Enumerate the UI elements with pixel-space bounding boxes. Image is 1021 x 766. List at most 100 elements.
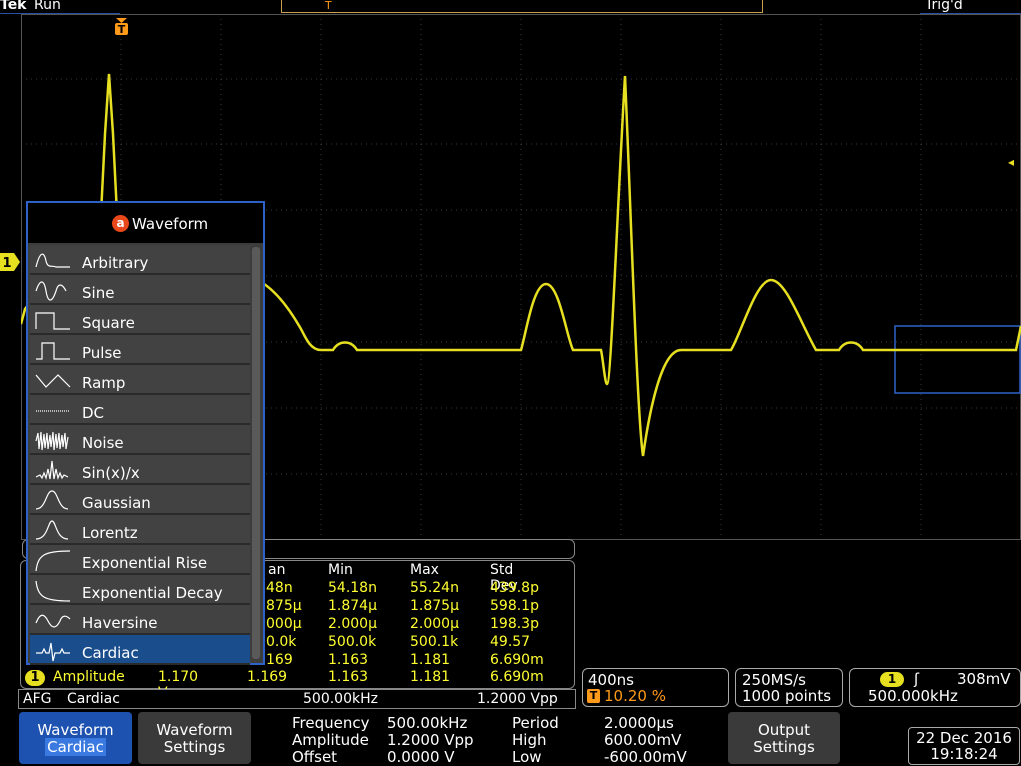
waveform-item[interactable]: Sine <box>30 275 250 305</box>
sine-wave-icon <box>35 281 67 301</box>
trigger-frequency: 500.000kHz <box>868 687 958 705</box>
meas-value: 1.875µ <box>410 598 459 614</box>
afg-amplitude: 1.2000 Vpp <box>477 691 558 707</box>
waveform-item-label: Sine <box>82 284 115 302</box>
meas-value: 169 <box>266 652 293 668</box>
waveform-button[interactable]: Waveform Cardiac <box>19 712 132 764</box>
meas-value: 198.3p <box>490 616 539 632</box>
trigger-position-marker: T <box>325 0 332 12</box>
param-value: 1.2000 Vpp <box>387 731 474 749</box>
trigger-state: Trig'd <box>925 0 963 13</box>
ramp-wave-icon <box>35 374 71 388</box>
meas-value: 0.0k <box>266 634 297 650</box>
meas-value: 598.1p <box>490 598 539 614</box>
date-time: 22 Dec 2016 19:18:24 <box>908 727 1020 765</box>
waveform-settings-button[interactable]: Waveform Settings <box>138 712 251 764</box>
waveform-settings-line1: Waveform <box>156 721 233 739</box>
brand-logo: Tek <box>0 0 27 13</box>
meas-value: 55.24n <box>410 580 459 596</box>
waveform-item[interactable]: Noise <box>30 425 250 455</box>
afg-status-bar[interactable]: AFG Cardiac 500.00kHz 1.2000 Vpp <box>18 689 576 709</box>
param-value: -600.00mV <box>604 748 687 766</box>
trigger-level: 308mV <box>957 670 1011 688</box>
square-wave-icon <box>35 312 70 330</box>
waveform-item-label: Gaussian <box>82 494 151 512</box>
date: 22 Dec 2016 <box>916 729 1012 747</box>
status-bar: Tek Run T Trig'd <box>0 0 1021 14</box>
arbitrary-wave-icon <box>35 253 70 268</box>
meas-value: 000µ <box>266 616 302 632</box>
param-label: High <box>512 731 547 749</box>
horizontal-readout[interactable]: 400ns T 10.20 % <box>582 668 729 707</box>
meas-value: 54.18n <box>328 580 377 596</box>
noise-wave-icon <box>35 431 69 451</box>
param-label: Offset <box>292 748 338 766</box>
meas-value: 6.690m <box>490 669 544 685</box>
waveform-item[interactable]: Square <box>30 305 250 335</box>
waveform-item-label: Pulse <box>82 344 122 362</box>
meas-value: 49.57 <box>490 634 531 650</box>
sinc-wave-icon <box>35 460 69 481</box>
cardiac-wave-icon <box>36 642 70 662</box>
meas-value: 2.000µ <box>410 616 459 632</box>
channel-badge: 1 <box>25 670 45 686</box>
record-length: 1000 points <box>742 687 832 705</box>
waveform-item[interactable]: Pulse <box>30 335 250 365</box>
waveform-item-label: Noise <box>82 434 124 452</box>
waveform-item-label: Cardiac <box>82 644 139 662</box>
waveform-settings-line2: Settings <box>163 738 226 756</box>
meas-value: 1.163 <box>328 652 369 668</box>
meas-value: 439.8p <box>490 580 539 596</box>
param-value: 2.0000µs <box>604 714 674 732</box>
trigger-position: 10.20 % <box>604 687 666 705</box>
col-header-min: Min <box>328 562 353 578</box>
waveform-item-label: Sin(x)/x <box>82 464 140 482</box>
waveform-item[interactable]: Exponential Decay <box>30 575 250 605</box>
waveform-menu-scrollbar[interactable] <box>252 247 260 659</box>
pulse-wave-icon <box>36 342 70 360</box>
waveform-button-value: Cardiac <box>45 738 106 756</box>
waveform-item-label: Exponential Decay <box>82 584 223 602</box>
meas-value: 875µ <box>266 598 302 614</box>
meas-value: 1.874µ <box>328 598 377 614</box>
dc-wave-icon <box>36 410 70 412</box>
waveform-item[interactable]: Gaussian <box>30 485 250 515</box>
exp-decay-wave-icon <box>35 580 71 602</box>
param-value: 500.00kHz <box>387 714 468 732</box>
waveform-menu-title: Waveform <box>132 215 209 233</box>
waveform-item[interactable]: DC <box>30 395 250 425</box>
meas-value: 1.163 <box>328 669 369 685</box>
acquisition-readout[interactable]: 250MS/s 1000 points <box>735 668 843 707</box>
trigger-level-arrow-icon: ◂ <box>1008 155 1015 169</box>
waveform-item[interactable]: Haversine <box>30 605 250 635</box>
waveform-item[interactable]: Arbitrary <box>30 245 250 275</box>
record-view-bar[interactable] <box>281 0 763 13</box>
waveform-item[interactable]: Sin(x)/x <box>30 455 250 485</box>
waveform-item[interactable]: Exponential Rise <box>30 545 250 575</box>
waveform-item[interactable]: Ramp <box>30 365 250 395</box>
waveform-item-label: Square <box>82 314 135 332</box>
exp-rise-wave-icon <box>35 550 71 572</box>
waveform-button-title: Waveform <box>37 721 114 739</box>
lorentz-wave-icon <box>35 520 69 540</box>
col-header-max: Max <box>410 562 439 578</box>
waveform-item-label: Ramp <box>82 374 126 392</box>
output-settings-button[interactable]: Output Settings <box>728 712 840 764</box>
trigger-readout[interactable]: 1 ʃ 308mV 500.000kHz <box>849 668 1021 707</box>
haversine-wave-icon <box>35 614 71 628</box>
waveform-menu[interactable]: a Waveform Arbitrary Sine Square Pulse Ramp D… <box>26 201 265 665</box>
trigger-time-marker-icon[interactable]: T <box>115 18 128 35</box>
trigger-source-badge: 1 <box>880 672 904 687</box>
rising-edge-icon: ʃ <box>914 670 920 688</box>
meas-label-amplitude: Amplitude <box>53 669 125 685</box>
col-header-mean: an <box>268 562 286 578</box>
meas-value: 6.690m <box>490 652 544 668</box>
param-label: Amplitude <box>292 731 369 749</box>
channel-1-ground-marker-icon[interactable]: 1 <box>0 253 20 271</box>
meas-value: 2.000µ <box>328 616 377 632</box>
param-label: Frequency <box>292 714 370 732</box>
meas-value: 500.0k <box>328 634 377 650</box>
waveform-item[interactable]: Lorentz <box>30 515 250 545</box>
param-value: 0.0000 V <box>387 748 455 766</box>
waveform-item[interactable]: Cardiac <box>30 635 250 665</box>
